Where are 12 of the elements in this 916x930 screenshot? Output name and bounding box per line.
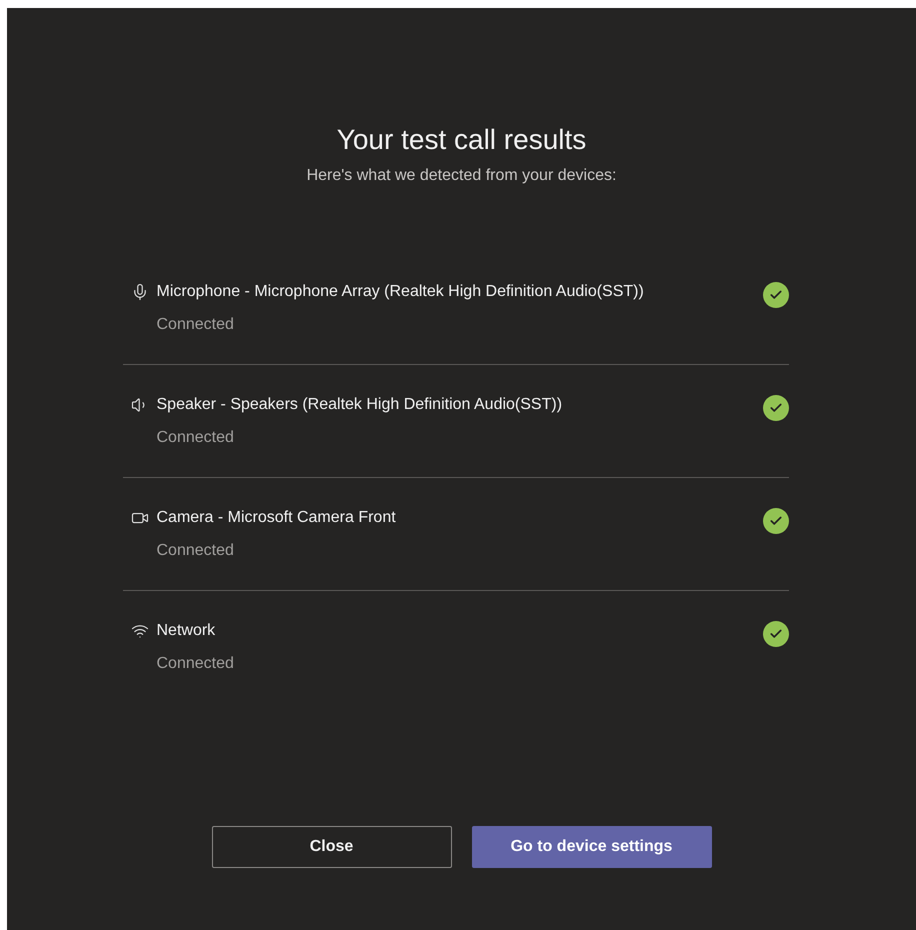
device-name: Microphone - Microphone Array (Realtek High Definition Audio(SST)) [156,282,645,302]
device-name: Speaker - Speakers (Realtek High Definition Audio(SST)) [156,395,564,415]
dialog-subtitle: Here's what we detected from your devices: [306,166,616,186]
device-status: Connected [156,428,235,448]
device-settings-button[interactable]: Go to device settings [472,826,712,868]
device-name: Network [156,621,216,641]
dialog-title: Your test call results [336,123,586,157]
device-name: Camera - Microsoft Camera Front [156,508,397,528]
device-status: Connected [156,654,235,674]
device-status: Connected [156,541,235,561]
device-status: Connected [156,315,235,335]
close-button[interactable]: Close [212,826,452,868]
